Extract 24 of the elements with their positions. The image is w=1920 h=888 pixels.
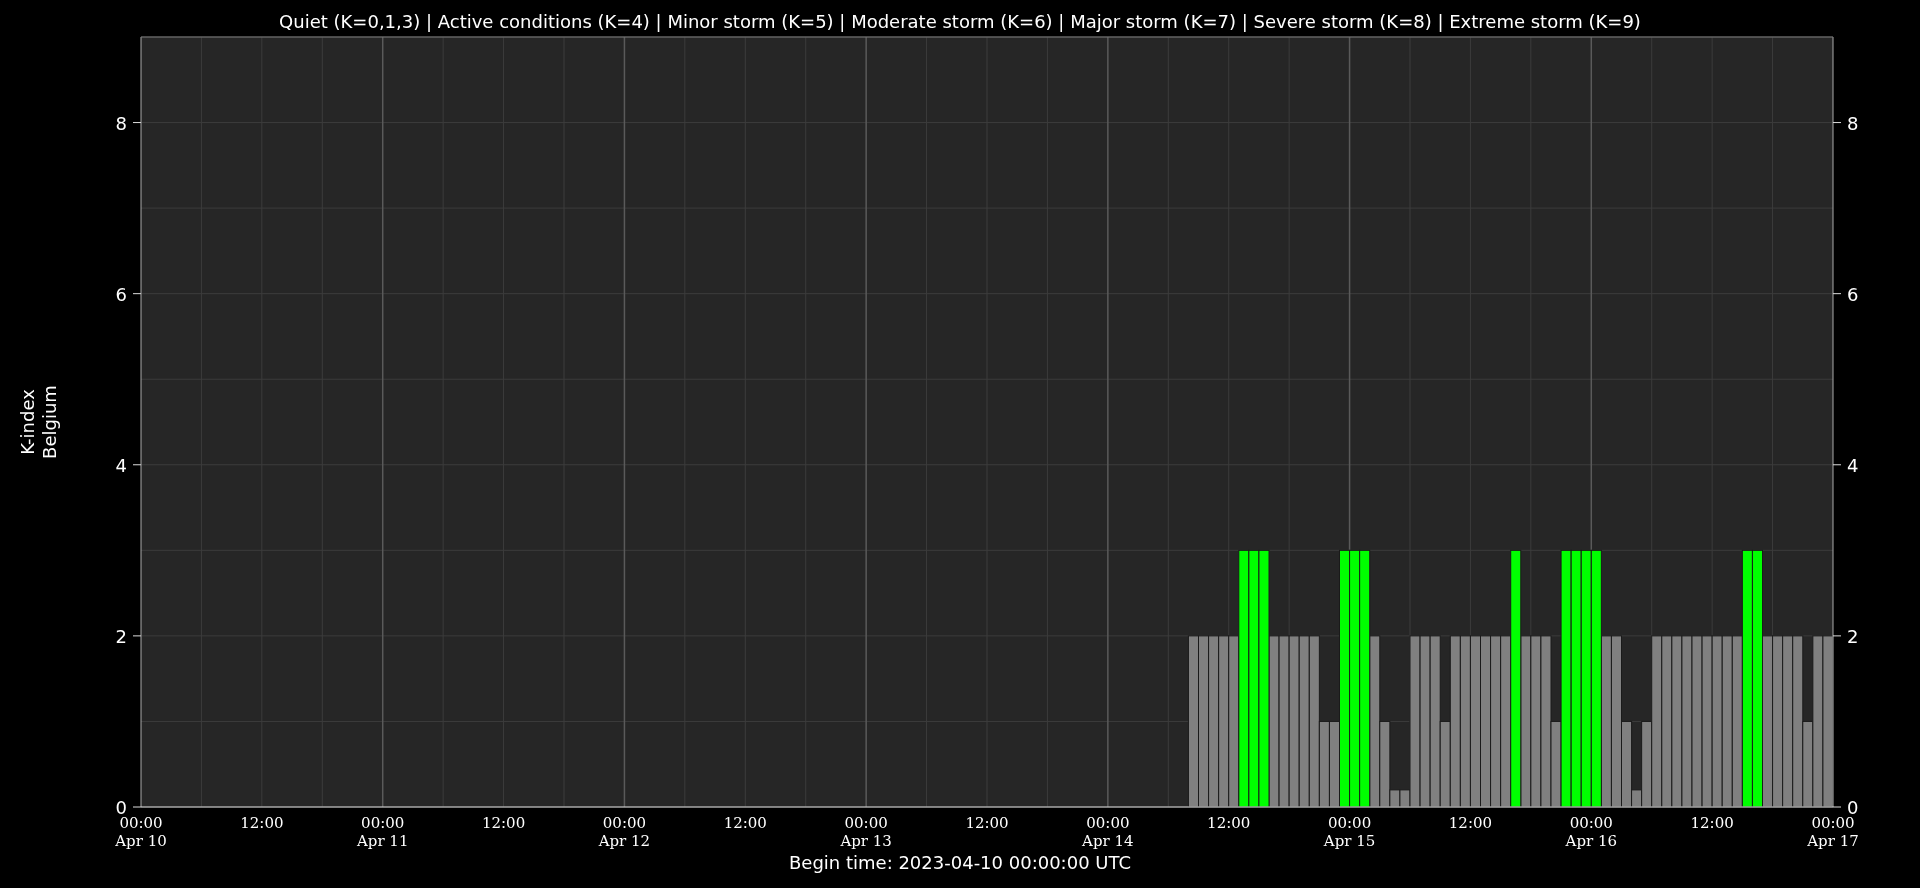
- tick-label: 00:00 Apr 13: [840, 814, 892, 850]
- tick-label: 6: [1847, 283, 1859, 305]
- tick-label: 4: [115, 454, 127, 476]
- axis-title: K-index Belgium: [17, 385, 60, 459]
- tick-label: 12:00: [1448, 814, 1493, 832]
- tick-label: 00:00 Apr 14: [1082, 814, 1134, 850]
- tick-label: 12:00: [240, 814, 284, 832]
- tick-label: 12:00: [481, 814, 526, 832]
- tick-label: 8: [1847, 112, 1859, 134]
- tick-label: 6: [115, 283, 127, 305]
- tick-label: 12:00: [1207, 814, 1251, 832]
- chart-title: Quiet (K=0,1,3) | Active conditions (K=4) | Minor storm (K=5) | Moderate storm (K=6) | Major storm (K=7) | Severe storm (K=8) | Extreme storm (K=9): [279, 11, 1641, 32]
- tick-label: 4: [1847, 454, 1859, 476]
- tick-label: 12:00: [1690, 814, 1734, 832]
- tick-label: 2: [1847, 625, 1859, 647]
- axis-title: Begin time: 2023-04-10 00:00:00 UTC: [789, 852, 1131, 873]
- tick-label: 00:00 Apr 12: [598, 814, 651, 850]
- tick-label: 00:00 Apr 16: [1565, 814, 1617, 850]
- tick-label: 00:00 Apr 15: [1323, 814, 1376, 850]
- tick-label: 12:00: [723, 814, 767, 832]
- tick-label: 12:00: [965, 814, 1009, 832]
- tick-label: 2: [115, 625, 127, 647]
- tick-label: 8: [115, 112, 127, 134]
- tick-label: 00:00 Apr 11: [357, 814, 409, 850]
